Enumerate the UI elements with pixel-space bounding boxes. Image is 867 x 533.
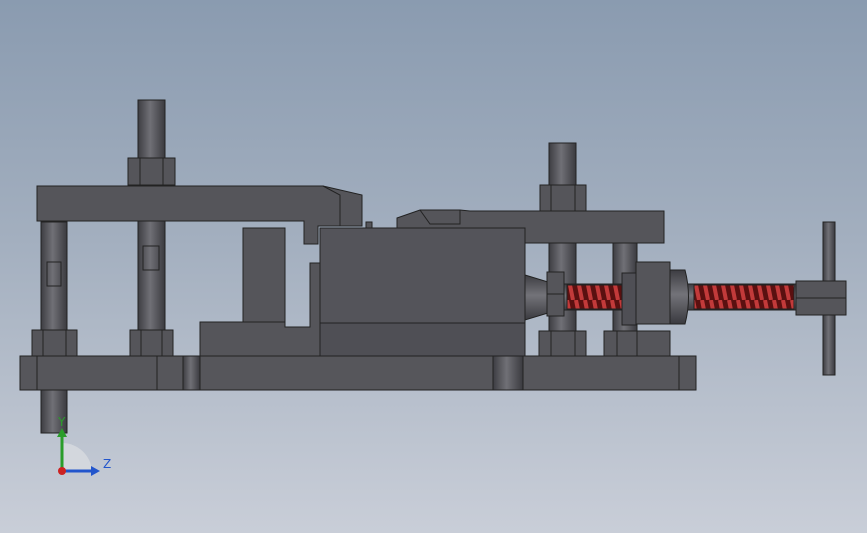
coordinate-triad: Y Z	[57, 415, 111, 476]
screw-collar	[669, 269, 689, 325]
cone-tip	[524, 274, 549, 321]
nut-lower-2	[129, 329, 174, 357]
triad-z-label: Z	[103, 457, 111, 471]
center-block	[319, 227, 526, 324]
nut-upper-right	[539, 184, 587, 213]
stud-left	[40, 221, 68, 335]
nut-lower-1	[31, 329, 78, 357]
handle-nut	[795, 280, 847, 316]
clamp-arm-left	[36, 185, 363, 245]
nut-upper-left	[127, 157, 176, 186]
jaw-block	[199, 227, 321, 358]
nut-lower-3	[538, 330, 587, 357]
screw-nut-housing	[635, 261, 671, 325]
graphics-viewport[interactable]: Y Z	[0, 0, 867, 533]
fixture-assembly-model[interactable]: Y Z	[0, 0, 867, 533]
base-plate	[19, 355, 697, 391]
nut-lower-4	[603, 330, 671, 357]
triad-y-label: Y	[57, 415, 66, 429]
